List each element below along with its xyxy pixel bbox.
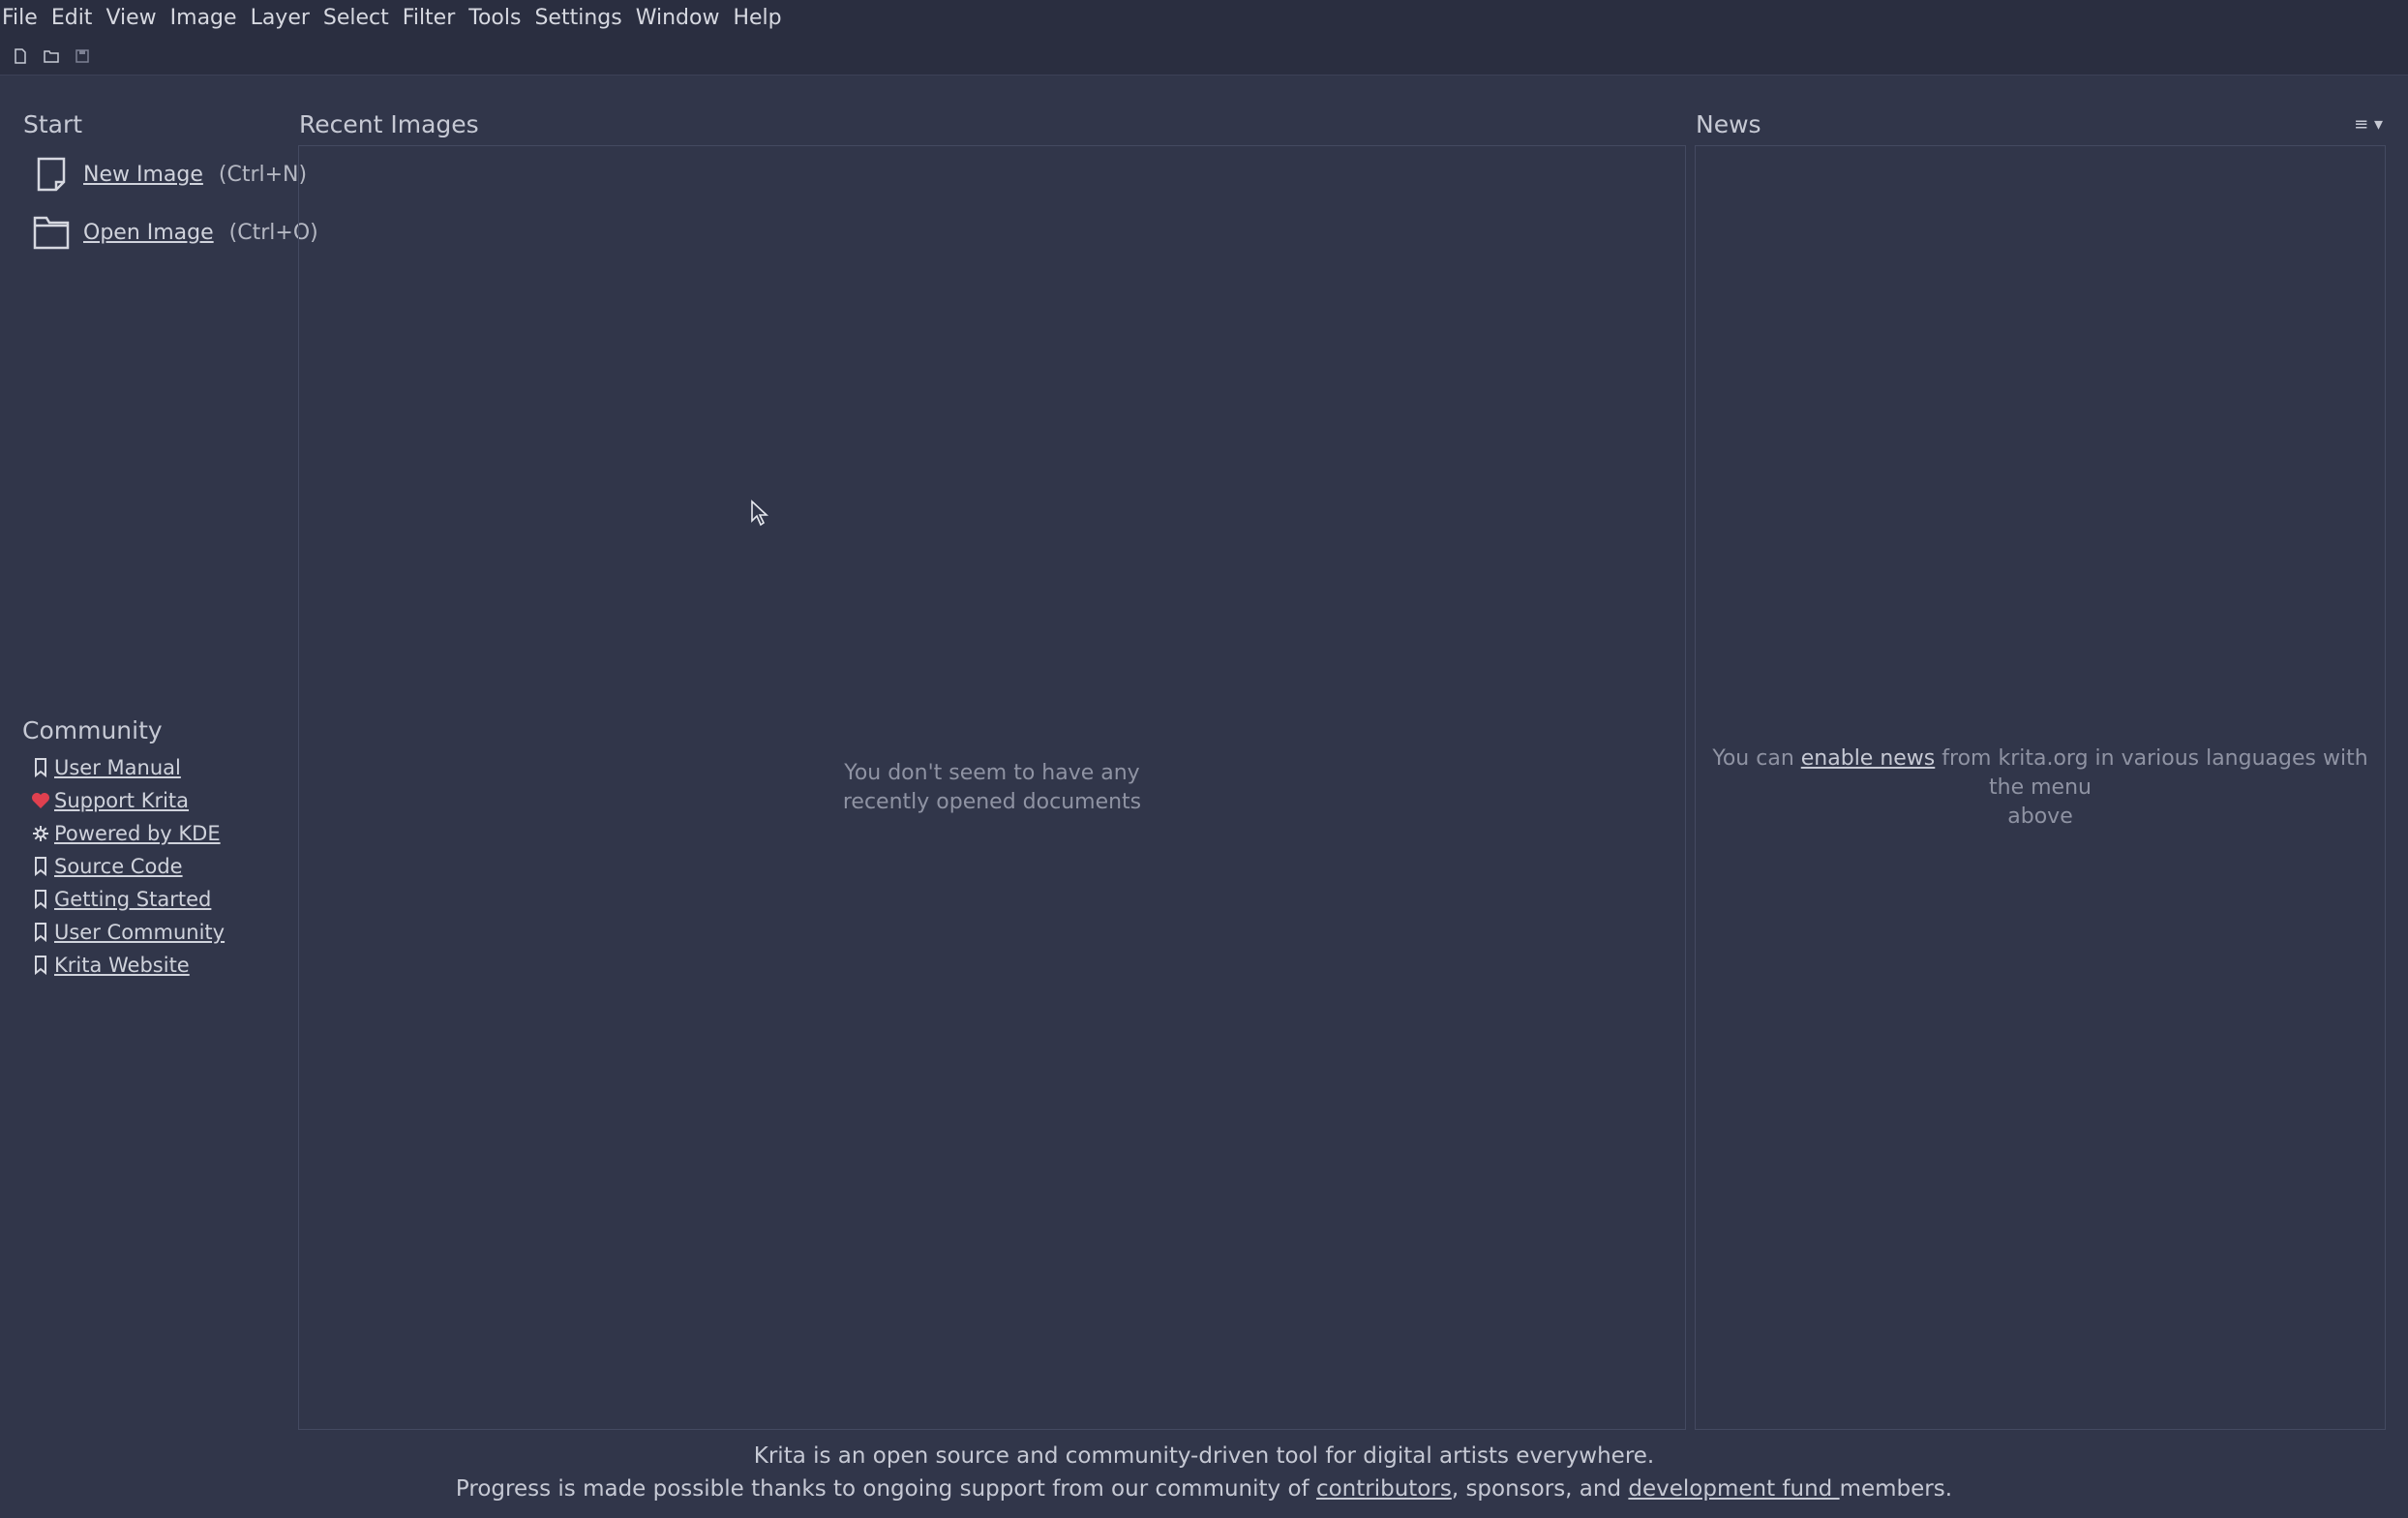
kde-gear-icon (31, 823, 50, 844)
enable-news-link[interactable]: enable news (1801, 746, 1936, 771)
footer-line2: Progress is made possible thanks to ongo… (455, 1476, 1953, 1502)
open-image-row: Open Image (Ctrl+O) (33, 214, 318, 251)
bookmark-icon (31, 757, 50, 778)
open-image-link[interactable]: Open Image (83, 221, 214, 245)
community-item-support-krita[interactable]: Support Krita (31, 786, 189, 815)
start-title: Start (23, 110, 83, 138)
bookmark-icon (31, 922, 50, 943)
menu-filter[interactable]: Filter (396, 0, 462, 37)
save-icon[interactable] (74, 47, 91, 65)
new-image-link[interactable]: New Image (83, 163, 203, 187)
news-panel: You can enable news from krita.org in va… (1695, 145, 2386, 1430)
contributors-link[interactable]: contributors (1316, 1476, 1452, 1502)
recent-images-panel: You don't seem to have any recently open… (298, 145, 1686, 1430)
menu-help[interactable]: Help (726, 0, 788, 37)
new-document-icon (33, 156, 70, 193)
menu-layer[interactable]: Layer (244, 0, 316, 37)
menu-edit[interactable]: Edit (45, 0, 100, 37)
menu-select[interactable]: Select (316, 0, 396, 37)
menu-settings[interactable]: Settings (527, 0, 628, 37)
menu-view[interactable]: View (99, 0, 163, 37)
bookmark-icon (31, 889, 50, 910)
recent-empty-message: You don't seem to have any recently open… (842, 760, 1142, 814)
community-item-getting-started[interactable]: Getting Started (31, 885, 211, 914)
menu-tools[interactable]: Tools (462, 0, 527, 37)
community-item-user-manual[interactable]: User Manual (31, 753, 181, 782)
community-item-source-code[interactable]: Source Code (31, 852, 183, 881)
toolbar (0, 37, 2408, 76)
news-message: You can enable news from krita.org in va… (1712, 745, 2368, 829)
new-document-icon[interactable] (12, 47, 29, 65)
menu-window[interactable]: Window (629, 0, 727, 37)
bookmark-icon (31, 955, 50, 976)
mouse-cursor-icon (750, 500, 769, 532)
community-item-krita-website[interactable]: Krita Website (31, 951, 190, 980)
bookmark-icon (31, 856, 50, 877)
news-title: News (1696, 110, 1761, 138)
menu-file[interactable]: File (0, 0, 45, 37)
recent-images-title: Recent Images (299, 110, 479, 138)
community-item-user-community[interactable]: User Community (31, 918, 225, 947)
community-item-powered-by-kde[interactable]: Powered by KDE (31, 819, 221, 848)
new-image-row: New Image (Ctrl+N) (33, 156, 307, 193)
new-image-shortcut: (Ctrl+N) (218, 162, 308, 187)
footer-line1: Krita is an open source and community-dr… (753, 1443, 1655, 1469)
community-title: Community (22, 716, 163, 744)
heart-icon (31, 790, 50, 811)
development-fund-link[interactable]: development fund (1628, 1476, 1839, 1502)
menu-bar: File Edit View Image Layer Select Filter… (0, 0, 2408, 37)
open-folder-icon[interactable] (43, 47, 60, 65)
menu-image[interactable]: Image (164, 0, 244, 37)
news-menu-button[interactable]: ≡ ▾ (2354, 114, 2383, 135)
open-folder-icon (33, 214, 70, 251)
